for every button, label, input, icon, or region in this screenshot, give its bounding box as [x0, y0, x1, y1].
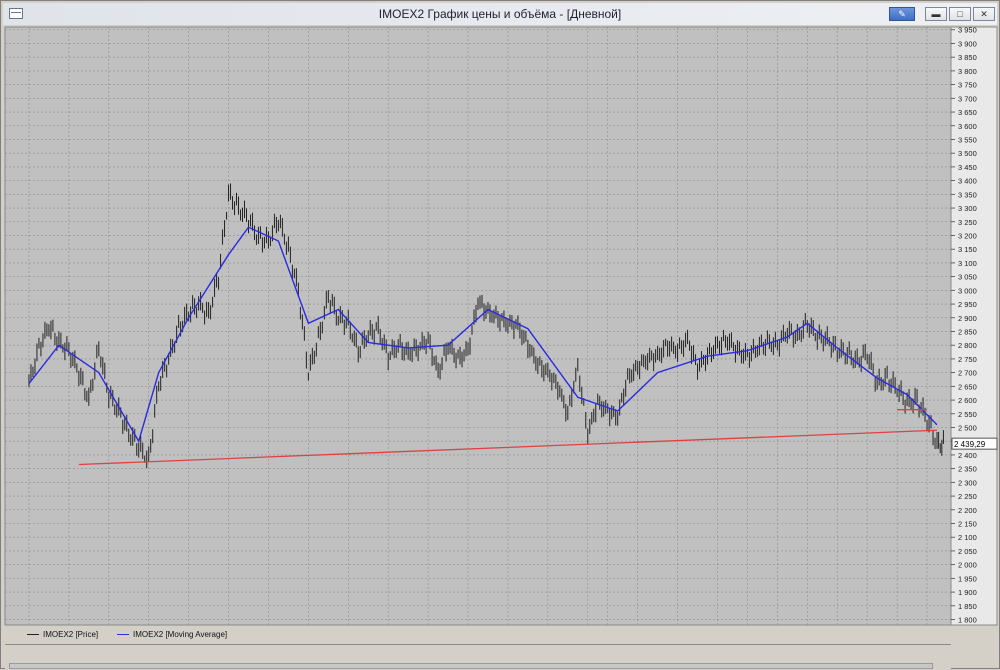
last-value-label: 2 439,29	[954, 440, 986, 449]
y-tick-label: 1 800	[958, 616, 977, 625]
y-tick-label: 2 350	[958, 465, 977, 474]
y-tick-label: 3 250	[958, 218, 977, 227]
y-tick-label: 3 800	[958, 67, 977, 76]
y-tick-label: 3 100	[958, 259, 977, 268]
y-tick-label: 2 950	[958, 300, 977, 309]
y-tick-label: 3 450	[958, 163, 977, 172]
y-tick-label: 3 750	[958, 81, 977, 90]
y-tick-label: 3 400	[958, 177, 977, 186]
y-tick-label: 2 400	[958, 451, 977, 460]
y-tick-label: 2 200	[958, 506, 977, 515]
y-tick-label: 2 500	[958, 423, 977, 432]
y-tick-label: 2 250	[958, 492, 977, 501]
y-tick-label: 2 850	[958, 327, 977, 336]
y-tick-label: 3 950	[958, 26, 977, 35]
legend-ma-label: IMOEX2 [Moving Average]	[133, 630, 228, 639]
y-tick-label: 3 150	[958, 245, 977, 254]
y-tick-label: 3 000	[958, 286, 977, 295]
price-chart[interactable]: 3 950 3 900 3 850 3 800 3 750 3 700 3 650 3 600…	[1, 1, 1000, 670]
legend-price-label: IMOEX2 [Price]	[43, 630, 99, 639]
y-tick-label: 2 550	[958, 410, 977, 419]
y-tick-label: 1 950	[958, 574, 977, 583]
legend-ma[interactable]: IMOEX2 [Moving Average]	[117, 630, 227, 639]
y-tick-label: 3 500	[958, 149, 977, 158]
y-tick-label: 3 300	[958, 204, 977, 213]
y-tick-label: 3 850	[958, 53, 977, 62]
y-tick-label: 2 050	[958, 547, 977, 556]
chart-window: IMOEX2 График цены и объёма - [Дневной] …	[0, 0, 1000, 669]
y-tick-label: 3 600	[958, 122, 977, 131]
y-tick-label: 2 900	[958, 314, 977, 323]
y-tick-label: 2 650	[958, 382, 977, 391]
y-tick-label: 2 300	[958, 478, 977, 487]
y-tick-label: 2 750	[958, 355, 977, 364]
y-tick-label: 3 200	[958, 231, 977, 240]
y-tick-label: 2 800	[958, 341, 977, 350]
y-tick-label: 3 550	[958, 135, 977, 144]
y-tick-label: 3 050	[958, 273, 977, 282]
y-tick-label: 2 600	[958, 396, 977, 405]
y-tick-label: 3 900	[958, 39, 977, 48]
horizontal-scrollbar[interactable]	[9, 663, 933, 669]
legend-ma-swatch	[117, 634, 129, 636]
y-tick-label: 2 100	[958, 533, 977, 542]
chart-legend: IMOEX2 [Price] IMOEX2 [Moving Average]	[5, 627, 933, 641]
y-tick-label: 1 850	[958, 602, 977, 611]
legend-price-swatch	[27, 634, 39, 636]
y-tick-label: 2 150	[958, 520, 977, 529]
y-tick-label: 2 700	[958, 369, 977, 378]
y-tick-label: 2 000	[958, 561, 977, 570]
y-tick-label: 3 700	[958, 94, 977, 103]
legend-price[interactable]: IMOEX2 [Price]	[27, 630, 98, 639]
y-tick-label: 3 350	[958, 190, 977, 199]
y-tick-label: 3 650	[958, 108, 977, 117]
y-tick-label: 1 900	[958, 588, 977, 597]
last-value-marker: 2 439,29	[951, 437, 998, 450]
